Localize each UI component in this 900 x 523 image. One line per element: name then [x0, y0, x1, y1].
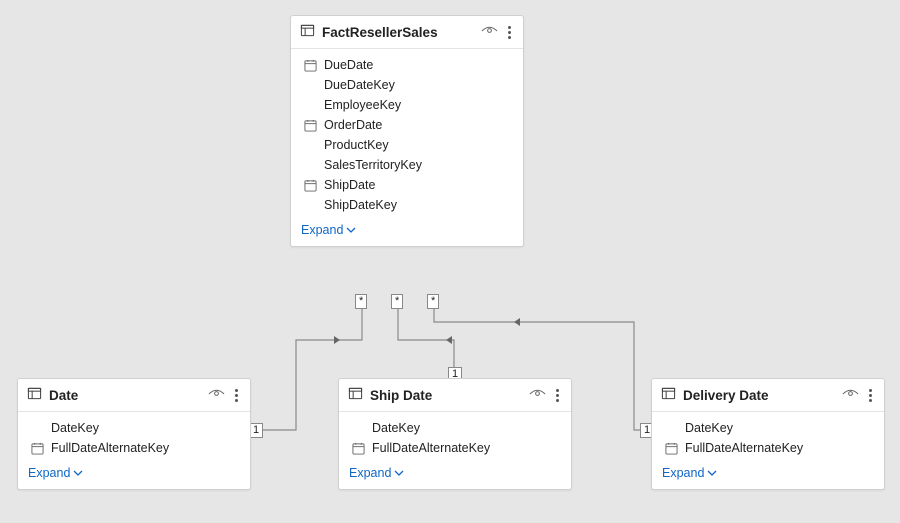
date-icon	[303, 179, 317, 192]
field-label: DueDateKey	[324, 78, 395, 92]
field-label: DateKey	[685, 421, 733, 435]
table-card-fact[interactable]: FactResellerSales DueDate DueDateKey Emp…	[290, 15, 524, 247]
more-icon[interactable]	[553, 387, 562, 404]
field-row[interactable]: FullDateAlternateKey	[18, 438, 250, 458]
field-row[interactable]: DateKey	[18, 418, 250, 438]
table-icon	[661, 386, 676, 404]
field-list: DateKey FullDateAlternateKey	[18, 412, 250, 460]
table-title: Delivery Date	[683, 388, 835, 403]
field-list: DateKey FullDateAlternateKey	[339, 412, 571, 460]
field-label: DateKey	[51, 421, 99, 435]
field-label: DueDate	[324, 58, 373, 72]
date-icon	[351, 442, 365, 455]
table-card-ship[interactable]: Ship Date DateKey FullDateAlternateKey E…	[338, 378, 572, 490]
field-label: FullDateAlternateKey	[51, 441, 169, 455]
field-label: SalesTerritoryKey	[324, 158, 422, 172]
cardinality-one: 1	[249, 423, 263, 438]
field-label: FullDateAlternateKey	[685, 441, 803, 455]
field-label: ShipDate	[324, 178, 375, 192]
expand-button[interactable]: Expand	[291, 217, 523, 246]
table-card-delivery[interactable]: Delivery Date DateKey FullDateAlternateK…	[651, 378, 885, 490]
date-icon	[303, 119, 317, 132]
eye-icon[interactable]	[842, 388, 859, 403]
field-list: DateKey FullDateAlternateKey	[652, 412, 884, 460]
table-title: FactResellerSales	[322, 25, 474, 40]
more-icon[interactable]	[866, 387, 875, 404]
filter-arrow-icon	[514, 318, 520, 326]
field-label: ProductKey	[324, 138, 389, 152]
field-label: EmployeeKey	[324, 98, 401, 112]
field-row[interactable]: DateKey	[652, 418, 884, 438]
date-icon	[30, 442, 44, 455]
cardinality-many: *	[391, 294, 403, 309]
field-row[interactable]: DateKey	[339, 418, 571, 438]
chevron-down-icon	[707, 469, 717, 477]
more-icon[interactable]	[505, 24, 514, 41]
cardinality-many: *	[355, 294, 367, 309]
field-label: FullDateAlternateKey	[372, 441, 490, 455]
table-icon	[348, 386, 363, 404]
field-row[interactable]: DueDate	[291, 55, 523, 75]
filter-arrow-icon	[446, 336, 452, 344]
field-row[interactable]: DueDateKey	[291, 75, 523, 95]
field-label: DateKey	[372, 421, 420, 435]
expand-button[interactable]: Expand	[339, 460, 571, 489]
table-title: Ship Date	[370, 388, 522, 403]
field-row[interactable]: FullDateAlternateKey	[652, 438, 884, 458]
field-row[interactable]: EmployeeKey	[291, 95, 523, 115]
date-icon	[303, 59, 317, 72]
field-row[interactable]: OrderDate	[291, 115, 523, 135]
filter-arrow-icon	[334, 336, 340, 344]
table-title: Date	[49, 388, 201, 403]
eye-icon[interactable]	[529, 388, 546, 403]
date-icon	[664, 442, 678, 455]
field-row[interactable]: ProductKey	[291, 135, 523, 155]
table-icon	[27, 386, 42, 404]
field-label: OrderDate	[324, 118, 382, 132]
chevron-down-icon	[394, 469, 404, 477]
table-card-date[interactable]: Date DateKey FullDateAlternateKey Expand	[17, 378, 251, 490]
field-row[interactable]: FullDateAlternateKey	[339, 438, 571, 458]
field-row[interactable]: SalesTerritoryKey	[291, 155, 523, 175]
chevron-down-icon	[346, 226, 356, 234]
field-label: ShipDateKey	[324, 198, 397, 212]
eye-icon[interactable]	[208, 388, 225, 403]
expand-button[interactable]: Expand	[18, 460, 250, 489]
expand-button[interactable]: Expand	[652, 460, 884, 489]
field-row[interactable]: ShipDate	[291, 175, 523, 195]
field-list: DueDate DueDateKey EmployeeKey OrderDate…	[291, 49, 523, 217]
table-icon	[300, 23, 315, 41]
eye-icon[interactable]	[481, 25, 498, 40]
chevron-down-icon	[73, 469, 83, 477]
field-row[interactable]: ShipDateKey	[291, 195, 523, 215]
cardinality-many: *	[427, 294, 439, 309]
more-icon[interactable]	[232, 387, 241, 404]
